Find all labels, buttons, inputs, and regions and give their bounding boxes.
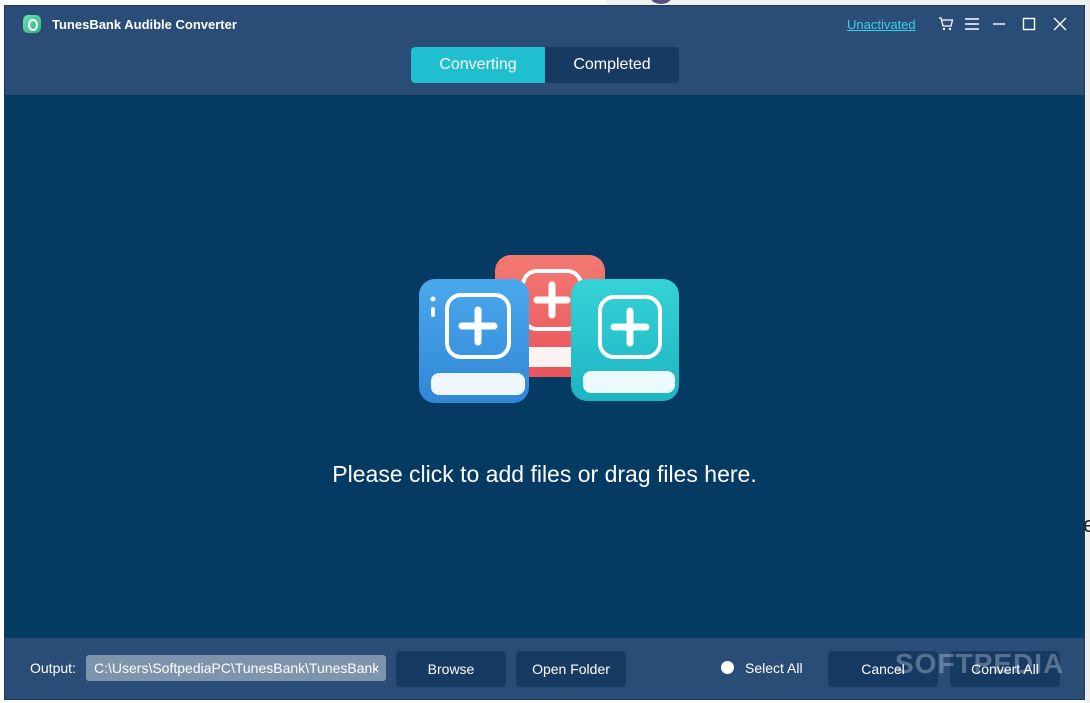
- app-logo-icon: [23, 15, 41, 33]
- app-window: TunesBank Audible Converter Unactivated …: [5, 6, 1084, 699]
- output-label: Output:: [30, 660, 76, 676]
- tab-converting[interactable]: Converting: [411, 47, 545, 83]
- select-all-radio[interactable]: [721, 661, 734, 674]
- convert-all-button[interactable]: Convert All: [950, 651, 1060, 687]
- background-text-fragment: e: [1083, 512, 1090, 537]
- tab-completed[interactable]: Completed: [545, 47, 679, 83]
- browse-button[interactable]: Browse: [396, 651, 506, 687]
- cart-icon[interactable]: [935, 13, 957, 35]
- select-all-label[interactable]: Select All: [745, 660, 803, 676]
- minimize-icon[interactable]: [988, 13, 1010, 35]
- app-title: TunesBank Audible Converter: [52, 17, 237, 32]
- maximize-icon[interactable]: [1018, 13, 1040, 35]
- add-files-illustration[interactable]: [413, 255, 681, 415]
- drop-hint-text: Please click to add files or drag files …: [332, 461, 757, 487]
- blue-book-icon: [419, 279, 529, 403]
- title-bar: TunesBank Audible Converter Unactivated …: [5, 6, 1084, 95]
- menu-icon[interactable]: [961, 13, 983, 35]
- open-folder-button[interactable]: Open Folder: [516, 651, 626, 687]
- unactivated-link[interactable]: Unactivated: [847, 17, 916, 32]
- background-window-edge: [1084, 0, 1090, 703]
- tab-bar: Converting Completed: [411, 47, 679, 83]
- footer-bar: Output: Browse Open Folder Select All Ca…: [5, 638, 1084, 699]
- teal-book-icon: [571, 279, 679, 401]
- cancel-button[interactable]: Cancel: [828, 651, 938, 687]
- drop-zone[interactable]: Please click to add files or drag files …: [5, 95, 1084, 638]
- output-path-field[interactable]: [86, 655, 386, 681]
- close-icon[interactable]: [1049, 13, 1071, 35]
